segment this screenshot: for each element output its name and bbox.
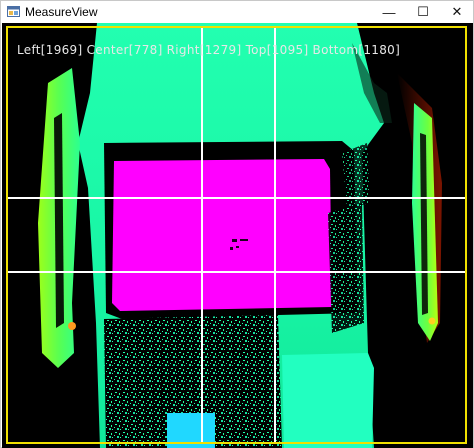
measure-view-window: MeasureView — ☐ ✕ Left[1969] Center[778]… xyxy=(0,0,474,448)
near-surface-region xyxy=(112,159,332,311)
close-button[interactable]: ✕ xyxy=(435,1,474,23)
title-bar[interactable]: MeasureView — ☐ ✕ xyxy=(1,1,473,23)
measurement-readout: Left[1969] Center[778] Right[1279] Top[1… xyxy=(17,43,401,57)
orange-spot xyxy=(68,322,76,330)
bottom-right-block xyxy=(282,353,374,448)
close-icon: ✕ xyxy=(451,4,463,19)
depth-view-area[interactable]: Left[1969] Center[778] Right[1279] Top[1… xyxy=(2,23,473,448)
app-window-icon xyxy=(7,6,20,17)
window-title: MeasureView xyxy=(25,5,98,19)
minimize-icon: — xyxy=(382,4,396,20)
depth-map-image xyxy=(6,23,467,448)
yellow-spot xyxy=(428,317,436,325)
maximize-icon: ☐ xyxy=(417,4,429,19)
